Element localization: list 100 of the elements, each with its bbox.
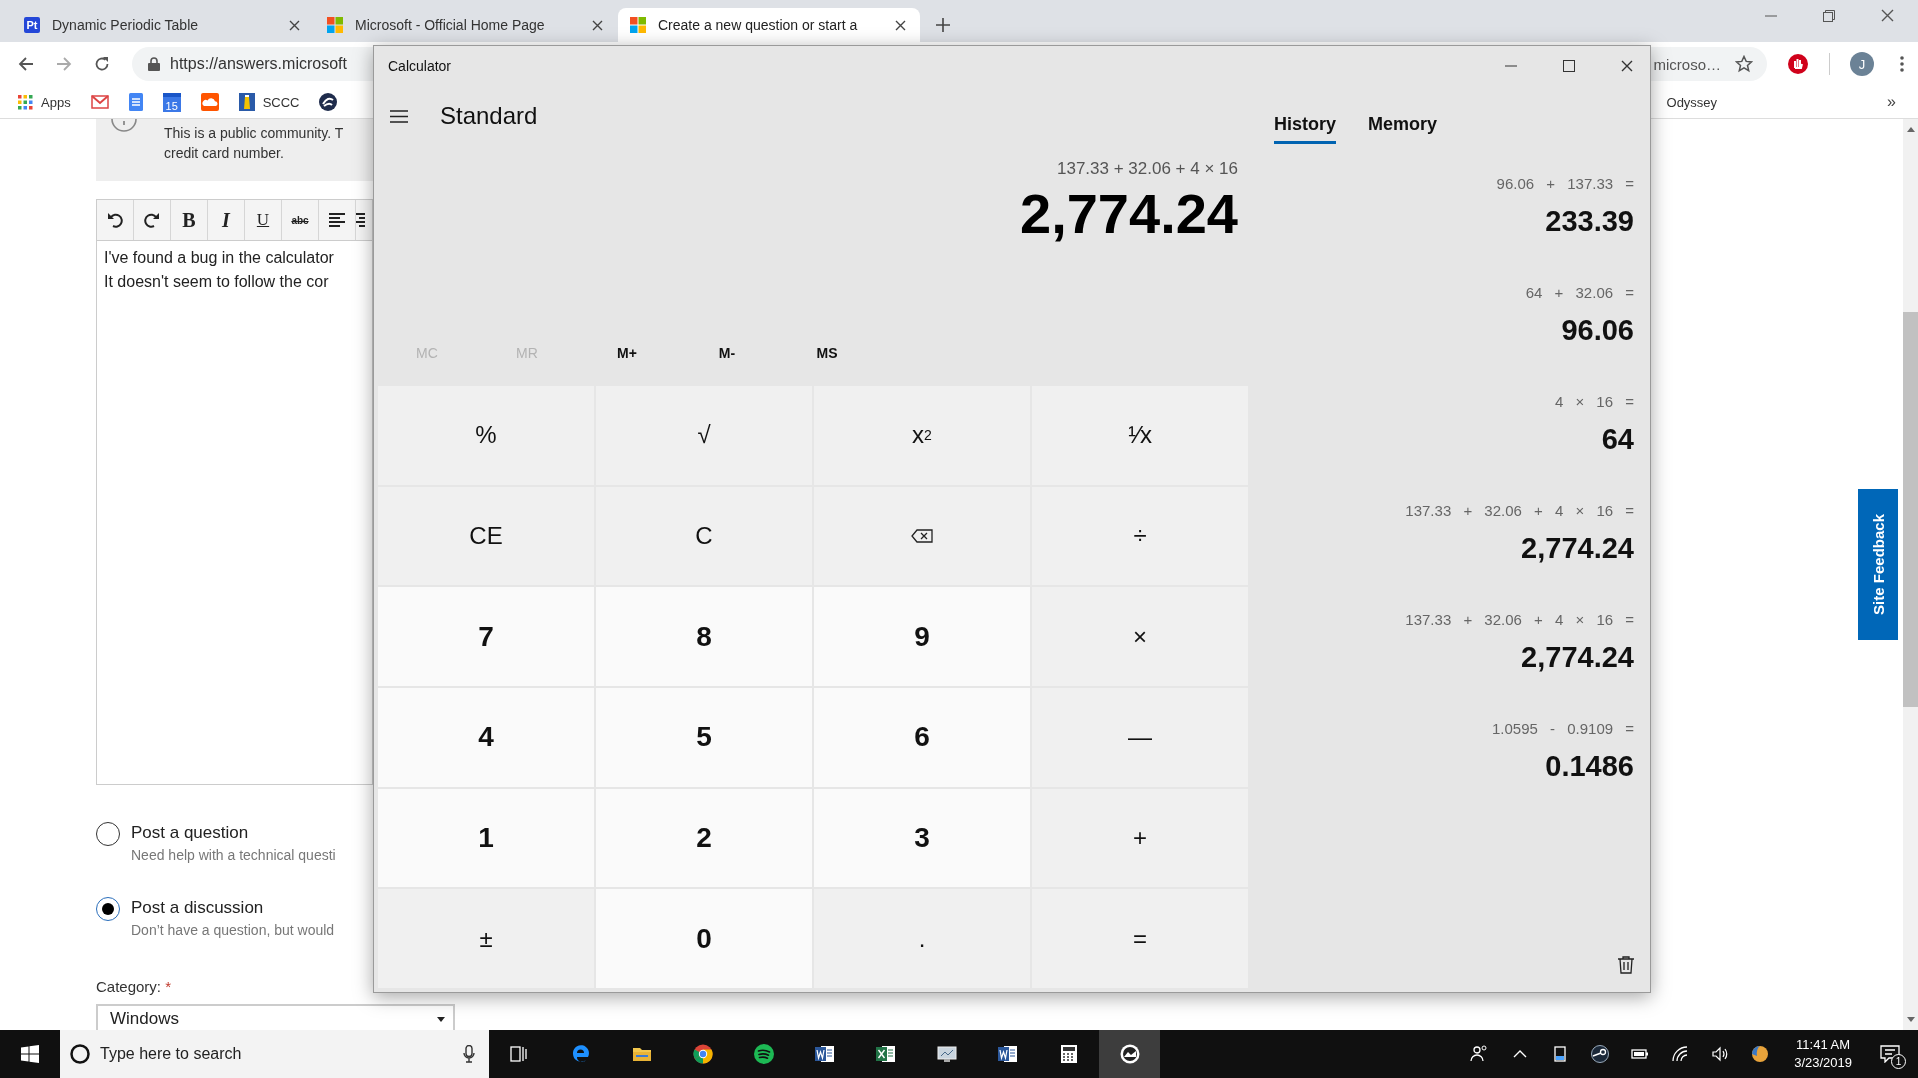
stop-hand-icon[interactable] [1787,53,1809,75]
backspace-icon [911,529,933,543]
windows-start-icon[interactable] [21,1045,39,1063]
digit-key[interactable]: 5 [596,688,812,787]
reload-icon[interactable] [94,56,110,72]
operator-key[interactable]: ÷ [1032,486,1248,586]
site-feedback-tab[interactable]: Site Feedback [1858,489,1898,640]
history-result[interactable]: 2,774.24 [1521,637,1634,677]
menu-icon[interactable] [390,109,408,123]
document-icon [997,1044,1018,1064]
digit-key[interactable]: 4 [378,688,594,787]
round-logo-icon[interactable] [319,93,338,111]
document-icon[interactable] [128,93,143,111]
calendar-bookmark[interactable]: 15 [162,92,181,112]
cloud-icon[interactable] [200,93,219,111]
profile-avatar[interactable]: J [1850,52,1874,76]
envelope-icon[interactable] [90,95,109,109]
redo-icon [144,212,160,228]
restore-icon[interactable] [1823,10,1835,22]
lighthouse-icon [238,93,255,111]
operator-key[interactable]: = [1032,889,1248,988]
digit-key[interactable]: 1 [378,788,594,888]
notification-count: 1 [1891,1054,1906,1069]
scroll-up-icon[interactable] [1906,127,1915,132]
history-result[interactable]: 96.06 [1561,310,1634,350]
history-result[interactable]: 64 [1601,419,1634,459]
memory-button[interactable]: MS [777,333,877,373]
close-icon[interactable] [895,19,906,31]
memory-button[interactable]: M+ [577,333,677,373]
memory-button[interactable]: M- [677,333,777,373]
scroll-thumb[interactable] [1903,312,1918,707]
digit-key[interactable]: 9 [814,587,1030,686]
radio-label[interactable]: Post a discussion [131,896,335,920]
calculator-icon [1058,1044,1079,1064]
more-bookmarks[interactable]: » [1887,93,1896,111]
notification-icon[interactable] [1880,1045,1900,1063]
operator-key[interactable]: — [1032,688,1248,787]
digit-key[interactable]: 8 [596,587,812,686]
close-icon[interactable] [592,19,603,31]
operator-key[interactable]: % [378,386,594,485]
history-expression[interactable]: 137.33 + 32.06 + 4 × 16 = [1405,500,1634,522]
history-result[interactable]: 0.1486 [1545,746,1634,786]
digit-key[interactable]: 0 [596,889,812,988]
digit-key[interactable]: 3 [814,788,1030,888]
operator-key[interactable]: ± [378,889,594,988]
align-left-icon [329,213,345,227]
result-display: 2,774.24 [1019,181,1238,247]
mode-title: Standard [440,102,538,130]
bookmark[interactable]: Odyssey [1666,94,1718,110]
operator-key[interactable]: × [1032,587,1248,686]
history-expression[interactable]: 137.33 + 32.06 + 4 × 16 = [1405,609,1634,631]
close-icon[interactable] [1621,60,1633,72]
scroll-down-icon[interactable] [1906,1017,1915,1022]
music-icon [753,1044,774,1064]
gauge-icon [1119,1044,1140,1064]
scrollbar[interactable] [1903,119,1918,1030]
panel-tab[interactable]: Memory [1368,108,1438,144]
panel-tab[interactable]: History [1274,108,1336,144]
spreadsheet-icon [875,1044,896,1064]
operator-key[interactable]: x$^{2}$ [814,386,1030,485]
more-menu-icon[interactable] [1900,56,1904,72]
close-icon[interactable] [1881,9,1894,22]
digit-key[interactable]: 2 [596,788,812,888]
browser-tab[interactable]: Microsoft - Official Home Page [315,8,617,42]
history-result[interactable]: 233.39 [1545,201,1634,241]
steam-icon[interactable] [1590,1044,1611,1064]
history-expression[interactable]: 4 × 16 = [1554,391,1634,413]
windows-logo-icon [327,17,343,33]
browser-tab[interactable]: Pt Dynamic Periodic Table [12,8,314,42]
trash-icon[interactable] [1618,956,1634,974]
maximize-icon[interactable] [1563,60,1575,72]
window-title: Calculator [388,58,452,74]
operator-key[interactable]: C [596,486,812,586]
new-tab-icon[interactable] [935,17,951,33]
clock[interactable]: 11:41 AM 3/23/2019 [1794,1036,1852,1072]
bookmark[interactable]: SCCC [238,93,300,111]
operator-key[interactable]: CE [378,486,594,586]
close-icon[interactable] [289,19,300,31]
taskbar-button[interactable] [1099,1030,1160,1078]
search-field[interactable]: Type here to search [100,1045,453,1063]
browser-tab[interactable]: Create a new question or start a [618,8,920,42]
grid-icon [18,94,33,110]
back-arrow-icon[interactable] [18,56,34,72]
history-expression[interactable]: 64 + 32.06 = [1525,282,1634,304]
history-result[interactable]: 2,774.24 [1521,528,1634,568]
editor-text-area[interactable]: I've found a bug in the calculator It doesn't seem to follow the cor [96,240,373,785]
star-icon[interactable] [1735,55,1753,73]
digit-key[interactable]: 7 [378,587,594,686]
bookmark[interactable]: Apps [18,94,71,110]
globe-icon[interactable] [1750,1044,1771,1064]
history-expression[interactable]: 96.06 + 137.33 = [1496,173,1634,195]
search-box[interactable]: Type here to search [60,1030,489,1078]
digit-key[interactable]: 6 [814,688,1030,787]
operator-key[interactable]: √ [596,386,812,485]
operator-key[interactable]: ¹⁄x [1032,386,1248,485]
operator-key[interactable]: + [1032,788,1248,888]
dropdown-caret-icon [437,1016,445,1022]
radio-label[interactable]: Post a question [131,821,336,845]
history-expression[interactable]: 1.0595 - 0.9109 = [1492,718,1634,740]
operator-key[interactable]: . [814,889,1030,988]
